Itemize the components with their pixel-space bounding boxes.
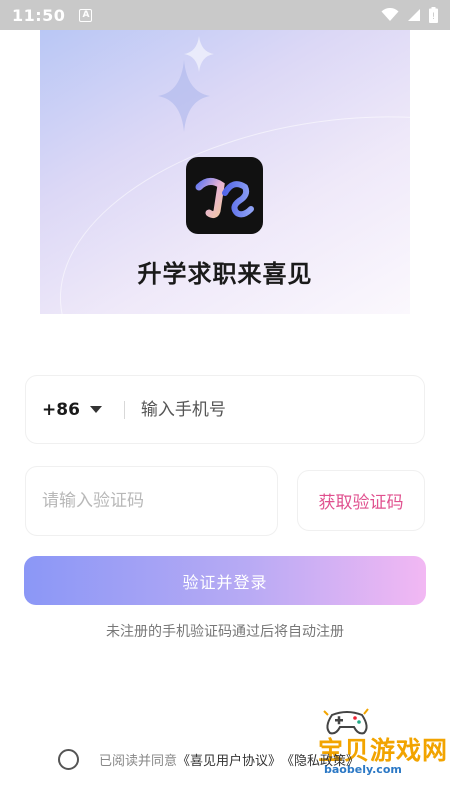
verification-code-input[interactable]: [42, 491, 262, 511]
caret-down-icon: [89, 406, 102, 413]
status-time: 11:50: [12, 5, 66, 25]
phone-input[interactable]: [140, 399, 371, 420]
verification-code-field: [25, 466, 278, 536]
battery-icon: !: [429, 7, 438, 23]
privacy-policy-link[interactable]: 《隐私政策》: [281, 750, 359, 769]
notification-icon: A: [79, 8, 93, 22]
wifi-icon: [381, 8, 399, 21]
phone-field: +86: [25, 375, 425, 444]
get-code-button[interactable]: 获取验证码: [297, 470, 425, 531]
signal-icon: [408, 9, 420, 21]
agreement-row: 已阅读并同意 《喜见用户协议》 《隐私政策》: [58, 749, 359, 770]
sparkle-large-icon: [158, 60, 210, 132]
app-logo-icon: [186, 157, 263, 234]
country-code-selector[interactable]: +86: [42, 400, 102, 420]
field-divider: [123, 400, 125, 419]
auto-register-hint: 未注册的手机验证码通过后将自动注册: [106, 624, 344, 640]
user-agreement-link[interactable]: 《喜见用户协议》: [177, 750, 281, 769]
app-name: 升学求职来喜见: [137, 260, 313, 288]
svg-text:!: !: [432, 12, 436, 22]
agreement-prefix: 已阅读并同意: [99, 754, 178, 769]
country-code-label: +86: [42, 399, 80, 420]
status-bar: 11:50 A !: [0, 0, 450, 30]
status-icons: !: [381, 7, 438, 23]
agreement-checkbox[interactable]: [58, 749, 79, 770]
verify-login-button[interactable]: 验证并登录: [24, 556, 426, 605]
